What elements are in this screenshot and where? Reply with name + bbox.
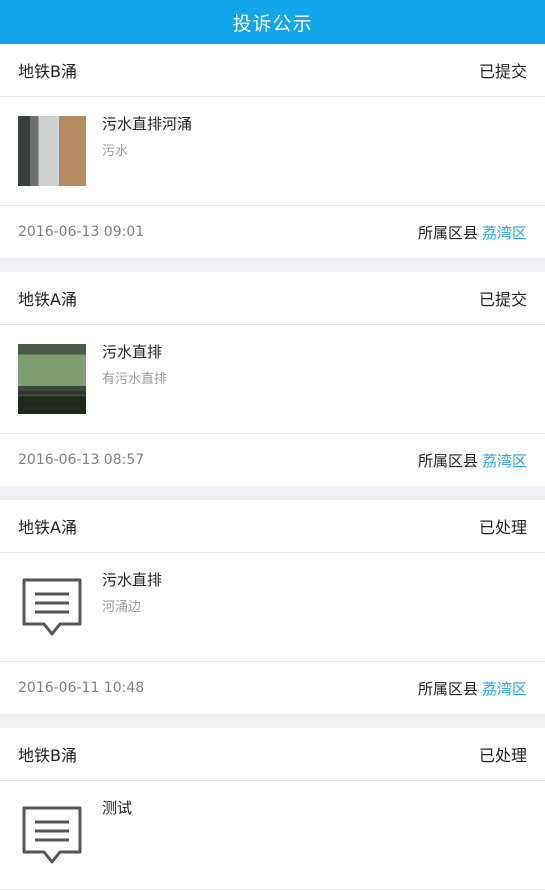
complaint-photo[interactable] <box>18 344 86 414</box>
river-name: 地铁A涌 <box>18 290 77 309</box>
status-label: 已提交 <box>478 62 527 81</box>
complaint-card[interactable]: 地铁A涌 已提交 污水直排 有污水直排 2016-06-13 08:57 所属区… <box>0 272 545 486</box>
card-footer: 2016-06-13 09:01 所属区县 荔湾区 <box>0 206 545 258</box>
complaint-photo[interactable] <box>18 116 86 186</box>
card-footer: 2016-06-11 10:48 所属区县 荔湾区 <box>0 662 545 714</box>
card-header: 地铁B涌 已处理 <box>0 728 545 781</box>
area-label: 所属区县 <box>417 223 478 242</box>
complaint-card[interactable]: 地铁A涌 已处理 污水直排 河涌边 2016-06-11 10:48 所属区县荔… <box>0 500 545 714</box>
card-header: 地铁B涌 已提交 <box>0 44 545 97</box>
complaint-title: 污水直排河涌 <box>102 115 193 133</box>
complaint-title: 污水直排 <box>102 571 163 589</box>
area-label: 所属区县 <box>417 679 478 698</box>
complaint-card[interactable]: 地铁B涌 已处理 测试 <box>0 728 545 890</box>
card-header: 地铁A涌 已提交 <box>0 272 545 325</box>
complaint-title: 污水直排 <box>102 343 163 361</box>
area-link[interactable]: 荔湾区 <box>482 452 527 470</box>
complaint-date: 2016-06-13 08:57 <box>18 452 145 468</box>
top-bar: 投诉公示 <box>0 0 545 44</box>
status-label: 已处理 <box>478 746 527 765</box>
river-name: 地铁B涌 <box>18 746 77 765</box>
card-content[interactable]: 污水直排河涌 污水 <box>0 97 545 206</box>
card-content[interactable]: 污水直排 有污水直排 <box>0 325 545 434</box>
complaint-title: 测试 <box>102 799 133 817</box>
complaint-desc: 有污水直排 <box>102 372 168 387</box>
area-label: 所属区县 <box>417 451 478 470</box>
area-link[interactable]: 荔湾区 <box>482 680 527 698</box>
complaint-date: 2016-06-13 09:01 <box>18 224 145 240</box>
message-icon <box>22 806 82 864</box>
message-icon <box>22 578 82 636</box>
river-name: 地铁A涌 <box>18 518 77 537</box>
status-label: 已处理 <box>478 518 527 537</box>
complaint-date: 2016-06-11 10:48 <box>18 680 145 696</box>
card-header: 地铁A涌 已处理 <box>0 500 545 553</box>
complaint-desc: 污水 <box>102 144 129 159</box>
complaint-card[interactable]: 地铁B涌 已提交 污水直排河涌 污水 2016-06-13 09:01 所属区县… <box>0 44 545 258</box>
area-link[interactable]: 荔湾区 <box>482 224 527 242</box>
river-name: 地铁B涌 <box>18 62 77 81</box>
status-label: 已提交 <box>478 290 527 309</box>
card-footer: 2016-06-13 08:57 所属区县 荔湾区 <box>0 434 545 486</box>
page-title: 投诉公示 <box>232 12 313 35</box>
card-content[interactable]: 测试 <box>0 781 545 890</box>
card-content[interactable]: 污水直排 河涌边 <box>0 553 545 662</box>
complaint-desc: 河涌边 <box>102 600 142 615</box>
